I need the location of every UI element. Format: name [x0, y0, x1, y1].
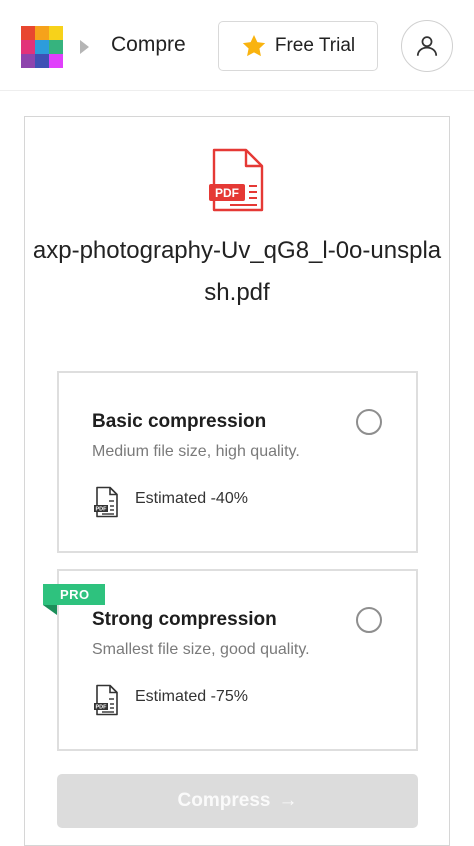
- star-icon: [242, 34, 266, 57]
- pdf-badge-text: PDF: [215, 186, 239, 200]
- breadcrumb-label: Compre: [111, 33, 186, 56]
- pdf-file-icon: PDF: [209, 148, 264, 212]
- strong-compression-option[interactable]: Strong compression Smallest file size, g…: [57, 569, 418, 751]
- option-description: Medium file size, high quality.: [92, 443, 300, 460]
- svg-text:PDF: PDF: [96, 705, 108, 711]
- option-description: Smallest file size, good quality.: [92, 641, 310, 658]
- svg-text:PDF: PDF: [96, 507, 108, 513]
- arrow-right-icon: →: [278, 790, 298, 811]
- option-title: Strong compression: [92, 609, 277, 630]
- user-avatar-button[interactable]: [401, 20, 453, 72]
- breadcrumb-chevron-icon: [80, 40, 89, 54]
- file-name: axp-photography-Uv_qG8_l-0o-unsplash.pdf: [32, 237, 442, 306]
- pro-badge: PRO: [43, 584, 105, 605]
- pdf-doc-icon: PDF: [94, 486, 118, 518]
- option-title: Basic compression: [92, 411, 267, 432]
- compress-label: Compress: [177, 790, 271, 811]
- free-trial-button[interactable]: Free Trial: [218, 21, 378, 71]
- app-logo[interactable]: [21, 26, 63, 68]
- free-trial-label: Free Trial: [274, 35, 356, 56]
- pdf-doc-icon: PDF: [94, 684, 118, 716]
- compress-button[interactable]: Compress →: [57, 774, 418, 828]
- option-estimate: Estimated -75%: [135, 688, 248, 705]
- strong-compression-radio[interactable]: [356, 607, 382, 633]
- top-bar: Compre Free Trial: [0, 0, 474, 91]
- user-icon: [416, 36, 438, 56]
- pro-badge-fold: [43, 605, 57, 615]
- basic-compression-radio[interactable]: [356, 409, 382, 435]
- option-estimate: Estimated -40%: [135, 490, 248, 507]
- basic-compression-option[interactable]: Basic compression Medium file size, high…: [57, 371, 418, 553]
